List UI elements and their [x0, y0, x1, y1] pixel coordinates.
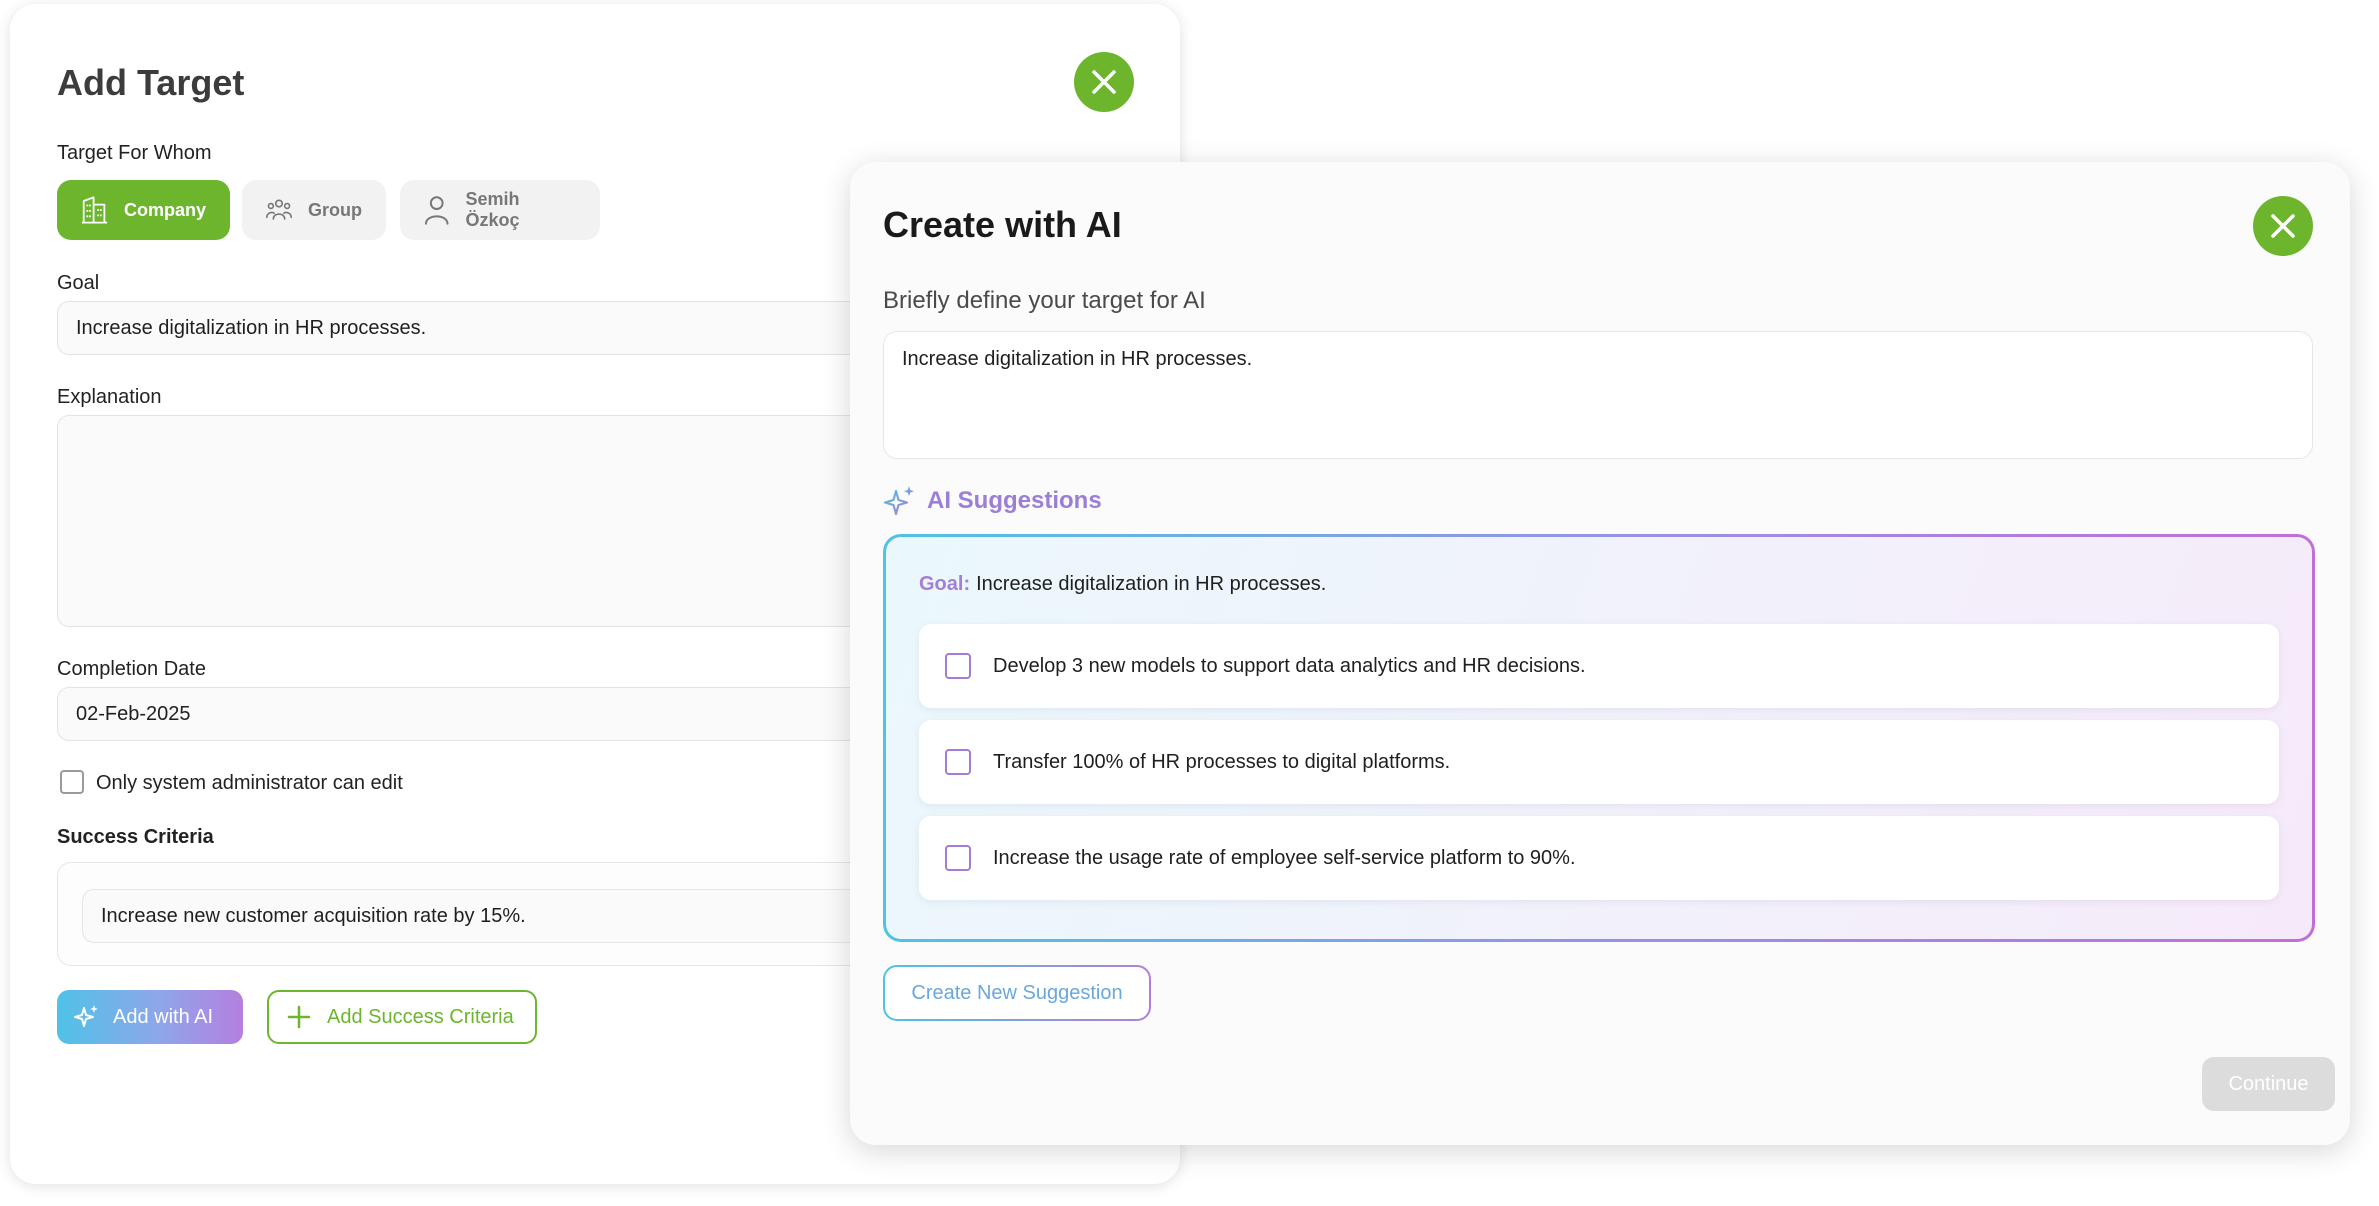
ai-prompt-label: Briefly define your target for AI [883, 287, 1206, 314]
success-criteria-label: Success Criteria [57, 826, 214, 848]
explanation-label: Explanation [57, 386, 162, 408]
suggestion-item[interactable]: Develop 3 new models to support data ana… [919, 624, 2279, 708]
ai-prompt-textarea[interactable]: Increase digitalization in HR processes. [883, 331, 2313, 459]
create-with-ai-title: Create with AI [883, 204, 1122, 245]
create-new-suggestion-button[interactable]: Create New Suggestion [883, 965, 1151, 1021]
whom-option-label: Company [123, 199, 206, 220]
create-with-ai-close-button[interactable] [2253, 196, 2313, 256]
suggestion-checkbox[interactable] [945, 653, 971, 679]
whom-option-user[interactable]: Semih Özkoç [400, 180, 600, 240]
suggestion-goal: Goal: Increase digitalization in HR proce… [919, 573, 1326, 596]
sparkle-icon [883, 486, 914, 516]
add-with-ai-button[interactable]: Add with AI [57, 990, 243, 1044]
completion-date-label: Completion Date [57, 658, 206, 680]
whom-option-group[interactable]: Group [242, 180, 386, 240]
add-success-criteria-button[interactable]: Add Success Criteria [267, 990, 537, 1044]
whom-option-label: Group [308, 199, 362, 220]
add-target-close-button[interactable] [1074, 52, 1134, 112]
suggestion-checkbox[interactable] [945, 749, 971, 775]
close-icon [1092, 70, 1116, 94]
add-with-ai-label: Add with AI [113, 1005, 214, 1028]
goal-prefix: Goal: [919, 573, 971, 595]
ai-suggestions-title: AI Suggestions [927, 487, 1102, 514]
close-icon [2271, 214, 2295, 238]
create-with-ai-modal: Create with AI Briefly define your targe… [850, 162, 2350, 1145]
goal-text: Increase digitalization in HR processes. [976, 573, 1327, 595]
suggestion-item[interactable]: Transfer 100% of HR processes to digital… [919, 720, 2279, 804]
building-icon [81, 196, 108, 224]
add-target-title: Add Target [57, 62, 245, 103]
suggestion-item[interactable]: Increase the usage rate of employee self… [919, 816, 2279, 900]
admin-only-checkbox[interactable] [60, 770, 84, 794]
plus-icon [287, 1005, 311, 1029]
create-new-suggestion-label: Create New Suggestion [885, 967, 1149, 1019]
ai-suggestions-panel: Goal: Increase digitalization in HR proce… [883, 534, 2315, 942]
suggestion-text: Increase the usage rate of employee self… [993, 846, 1576, 869]
continue-button[interactable]: Continue [2202, 1057, 2335, 1111]
add-success-criteria-label: Add Success Criteria [327, 1005, 514, 1028]
suggestion-text: Transfer 100% of HR processes to digital… [993, 750, 1451, 773]
target-for-whom-label: Target For Whom [57, 142, 212, 164]
user-icon [424, 196, 449, 225]
sparkle-icon [74, 1005, 98, 1027]
suggestion-text: Develop 3 new models to support data ana… [993, 654, 1586, 677]
group-icon [266, 199, 292, 220]
goal-label: Goal [57, 272, 100, 294]
ai-suggestions-heading: AI Suggestions [883, 484, 1102, 518]
suggestion-checkbox[interactable] [945, 845, 971, 871]
whom-option-label: Semih Özkoç [465, 189, 520, 230]
whom-option-company[interactable]: Company [57, 180, 230, 240]
admin-only-label: Only system administrator can edit [96, 772, 403, 794]
